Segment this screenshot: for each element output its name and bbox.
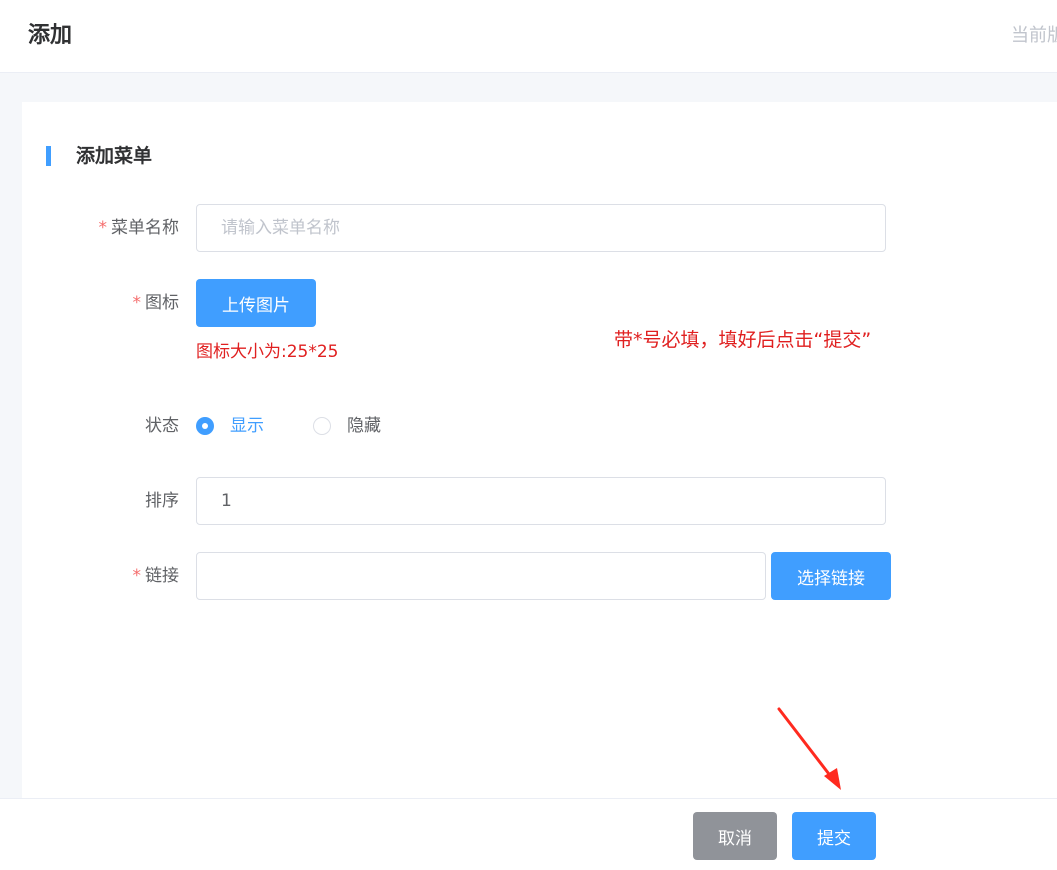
section-title: 添加菜单 (76, 145, 153, 167)
link-label: * 链接 (132, 566, 180, 586)
status-label: 状态 (145, 416, 179, 436)
required-mark: * (98, 218, 108, 238)
red-arrow-icon (777, 707, 841, 790)
top-bar: 添加 当前版 (0, 0, 1057, 73)
radio-checked-icon (196, 417, 214, 435)
submit-button[interactable]: 提交 (792, 812, 876, 860)
version-text: 当前版 (1011, 25, 1057, 46)
radio-show-label: 显示 (230, 416, 264, 436)
sort-input[interactable] (196, 477, 886, 525)
cancel-button[interactable]: 取消 (693, 812, 777, 860)
icon-label: * 图标 (132, 293, 180, 313)
radio-show[interactable]: 显示 (196, 414, 264, 438)
icon-size-hint: 图标大小为:25*25 (196, 342, 339, 362)
required-mark: * (132, 293, 142, 313)
radio-unchecked-icon (313, 417, 331, 435)
page-title: 添加 (28, 23, 73, 48)
radio-hide-label: 隐藏 (347, 416, 381, 436)
menu-name-label: * 菜单名称 (98, 218, 180, 238)
section-accent-bar (46, 146, 51, 166)
upload-image-button[interactable]: 上传图片 (196, 279, 316, 327)
annotation-text: 带*号必填，填好后点击“提交” (614, 329, 872, 351)
required-mark: * (132, 566, 142, 586)
menu-name-input[interactable] (196, 204, 886, 252)
link-input[interactable] (196, 552, 766, 600)
sort-label: 排序 (145, 491, 179, 511)
footer-bar (0, 798, 1057, 870)
select-link-button[interactable]: 选择链接 (771, 552, 891, 600)
radio-hide[interactable]: 隐藏 (313, 414, 381, 438)
